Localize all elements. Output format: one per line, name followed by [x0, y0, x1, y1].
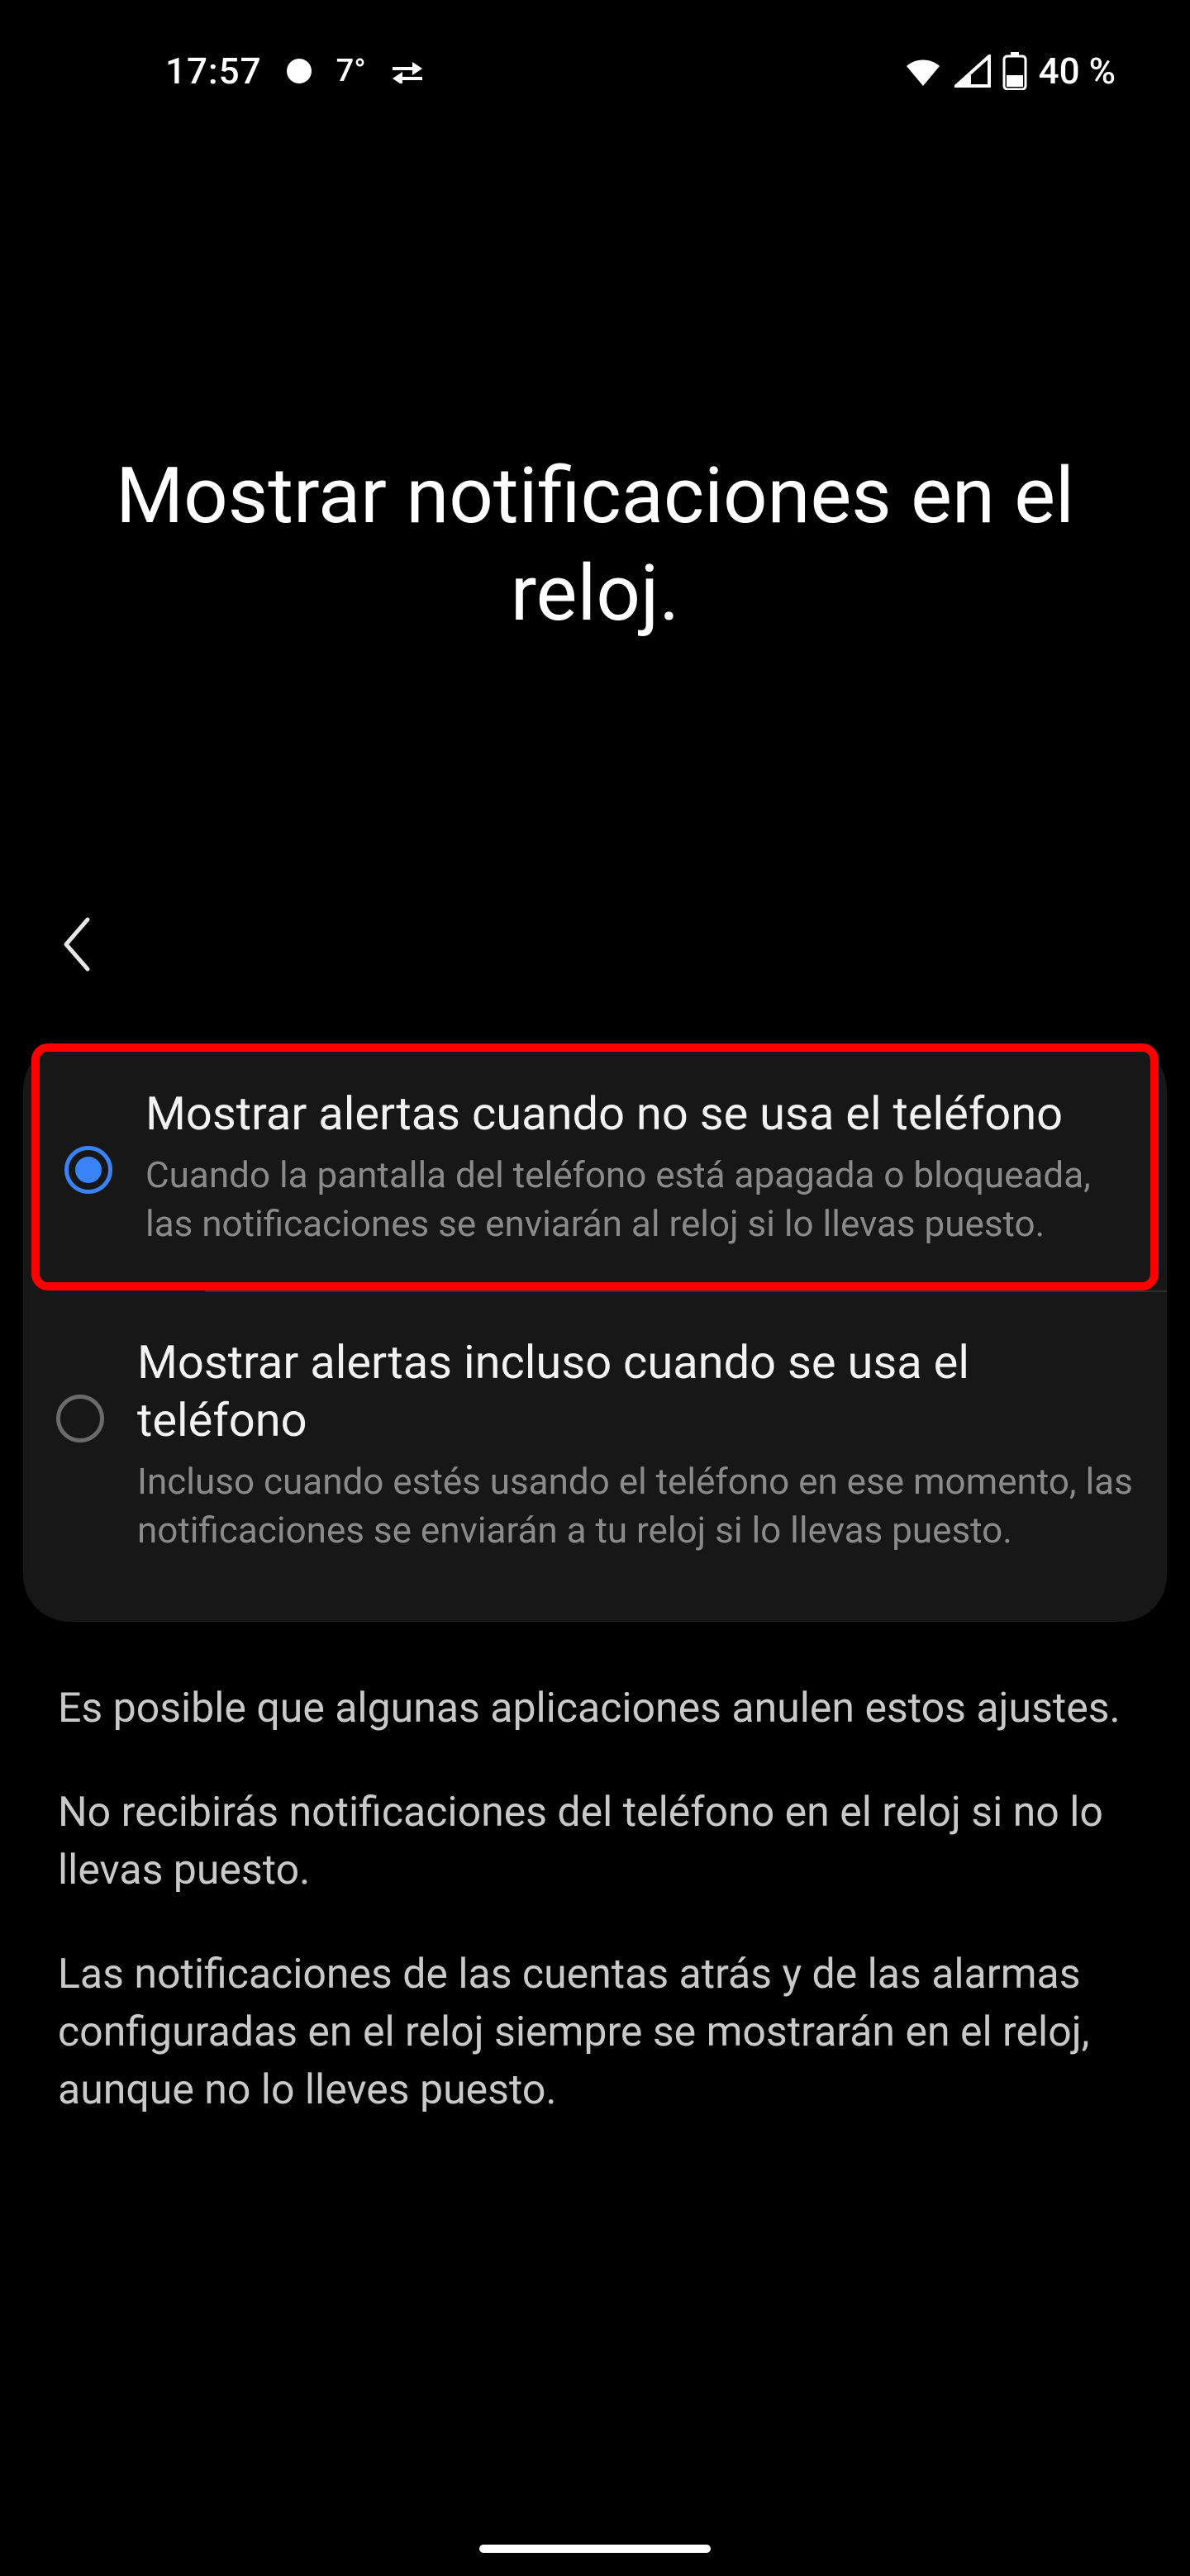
radio-unselected[interactable] — [56, 1395, 104, 1442]
options-card: Mostrar alertas cuando no se usa el telé… — [23, 1043, 1167, 1622]
status-bar: 17:57 7° 40 % — [0, 0, 1190, 93]
status-time: 17:57 — [165, 50, 262, 93]
cell-signal-icon — [954, 55, 991, 88]
status-app-icon — [287, 59, 312, 83]
footer-paragraph: Es posible que algunas aplicaciones anul… — [58, 1680, 1140, 1737]
status-left: 17:57 7° — [165, 50, 424, 93]
home-indicator[interactable] — [479, 2545, 711, 2553]
option-title: Mostrar alertas incluso cuando se usa el… — [137, 1333, 1134, 1449]
battery-percentage: 40 % — [1039, 50, 1116, 93]
status-right: 40 % — [903, 50, 1116, 93]
battery-icon — [1002, 52, 1027, 90]
footer-text: Es posible que algunas aplicaciones anul… — [0, 1622, 1190, 2119]
wifi-icon — [903, 55, 943, 88]
radio-selected[interactable] — [64, 1146, 112, 1194]
status-transfer-icon — [391, 50, 424, 93]
page-title: Mostrar notificaciones en el reloj. — [0, 93, 1190, 642]
footer-paragraph: Las notificaciones de las cuentas atrás … — [58, 1946, 1140, 2119]
option-alerts-phone-in-use[interactable]: Mostrar alertas incluso cuando se usa el… — [23, 1292, 1167, 1597]
back-button[interactable] — [58, 962, 94, 977]
status-temperature: 7° — [336, 53, 366, 89]
footer-paragraph: No recibirás notificaciones del teléfono… — [58, 1784, 1140, 1899]
option-alerts-phone-not-in-use[interactable]: Mostrar alertas cuando no se usa el telé… — [31, 1043, 1159, 1290]
option-description: Incluso cuando estés usando el teléfono … — [137, 1457, 1134, 1556]
option-title: Mostrar alertas cuando no se usa el telé… — [145, 1085, 1126, 1143]
option-description: Cuando la pantalla del teléfono está apa… — [145, 1151, 1126, 1249]
